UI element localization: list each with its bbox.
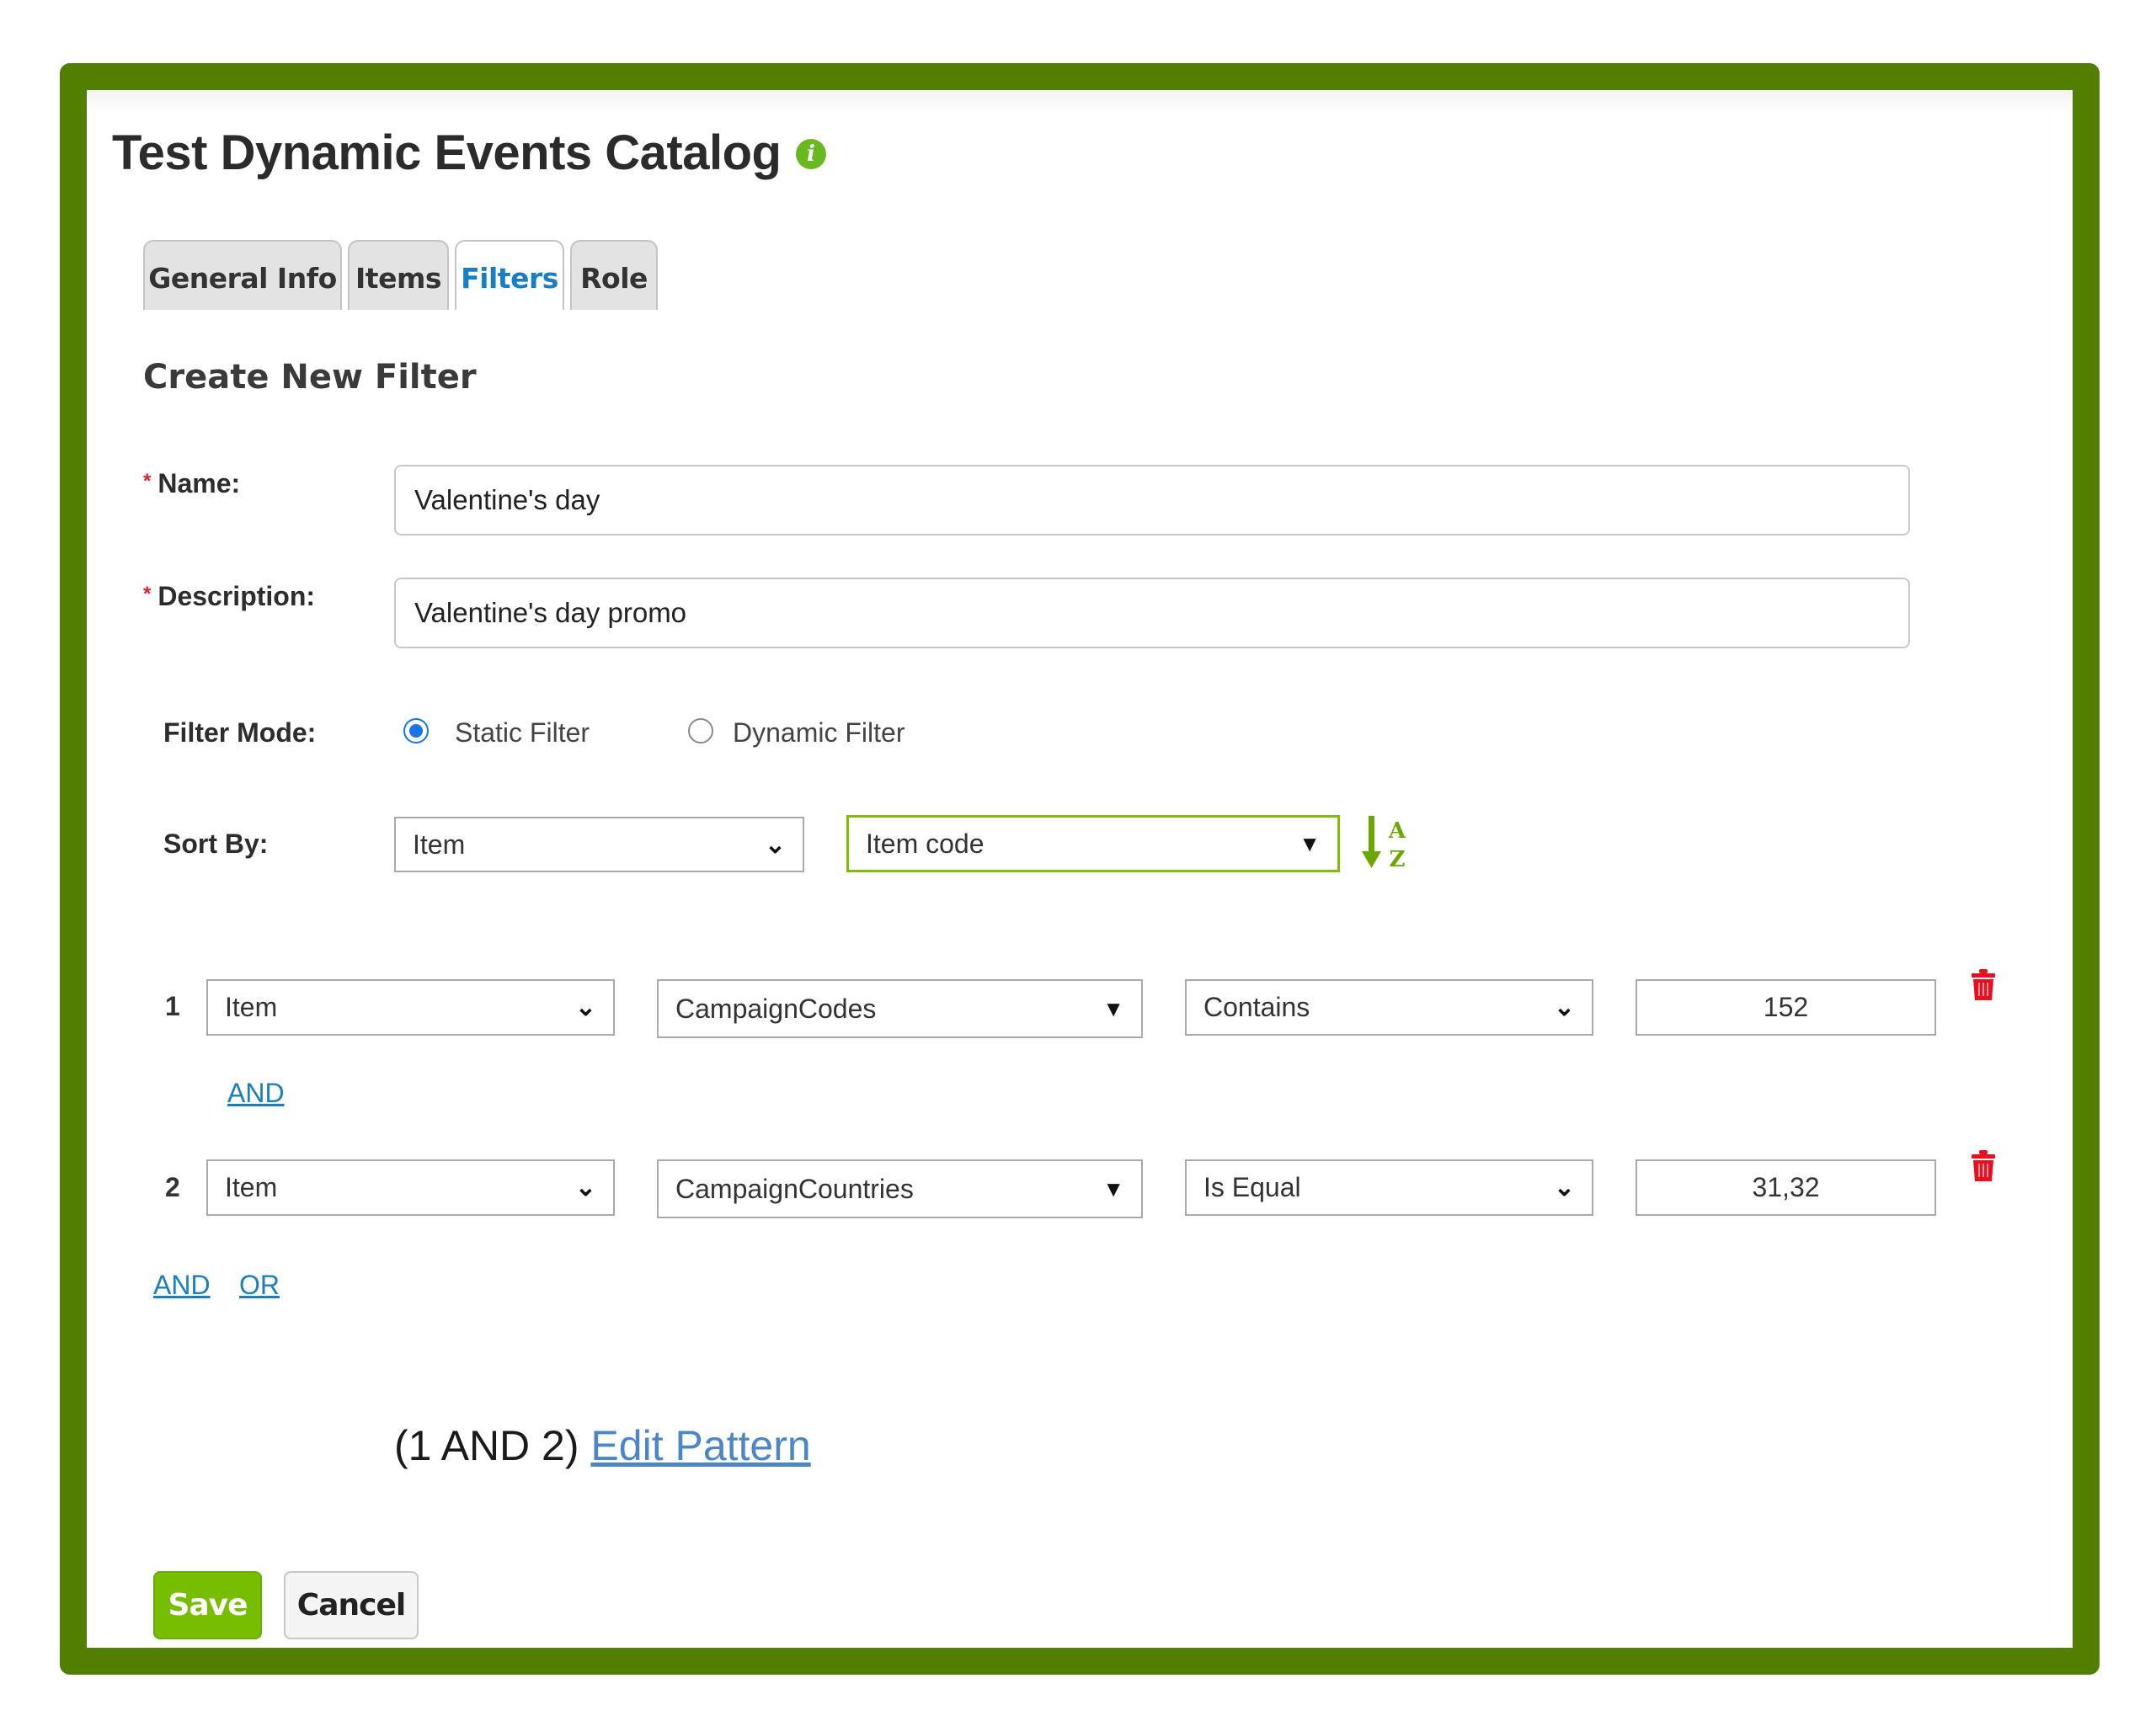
frame-top-shade <box>87 90 2073 114</box>
pattern: (1 AND 2) Edit Pattern <box>394 1421 811 1470</box>
condition-number: 2 <box>165 1172 180 1202</box>
connector-and-link[interactable]: AND <box>227 1078 285 1109</box>
dropdown-triangle-icon: ▼ <box>1102 1175 1124 1202</box>
chevron-down-icon: ⌄ <box>574 994 596 1021</box>
section-title: Create New Filter <box>143 358 477 397</box>
tab-filters[interactable]: Filters <box>455 240 564 310</box>
chevron-down-icon: ⌄ <box>1553 1174 1575 1202</box>
description-label-text: Description: <box>157 581 316 611</box>
condition-entity-value: Item <box>225 1172 278 1202</box>
cancel-button[interactable]: Cancel <box>284 1571 419 1639</box>
sort-field-value: Item code <box>866 828 985 859</box>
name-input-value: Valentine's day <box>414 484 600 515</box>
condition-value: 152 <box>1763 992 1809 1022</box>
tab-general-info[interactable]: General Info <box>143 240 342 310</box>
condition-value-input[interactable]: 31,32 <box>1636 1159 1936 1216</box>
sort-by-label: Sort By: <box>163 829 269 859</box>
save-button[interactable]: Save <box>153 1571 262 1639</box>
condition-field-value: CampaignCountries <box>675 1173 914 1204</box>
condition-field-value: CampaignCodes <box>675 993 877 1024</box>
condition-operator-select[interactable]: Is Equal ⌄ <box>1185 1159 1593 1216</box>
edit-pattern-link[interactable]: Edit Pattern <box>590 1422 810 1469</box>
tab-items[interactable]: Items <box>348 240 449 310</box>
tab-role[interactable]: Role <box>570 240 658 310</box>
condition-entity-value: Item <box>225 992 278 1022</box>
condition-value-input[interactable]: 152 <box>1636 979 1936 1036</box>
condition-field-select[interactable]: CampaignCodes ▼ <box>657 979 1143 1038</box>
sort-alpha-asc-icon[interactable]: A Z <box>1360 813 1411 873</box>
chevron-down-icon: ⌄ <box>764 830 786 859</box>
required-mark: * <box>143 470 152 493</box>
condition-number: 1 <box>165 991 180 1021</box>
chevron-down-icon: ⌄ <box>1553 994 1575 1021</box>
condition-value: 31,32 <box>1752 1172 1820 1202</box>
static-filter-radio[interactable] <box>403 718 429 743</box>
condition-operator-value: Contains <box>1203 992 1310 1022</box>
chevron-down-icon: ⌄ <box>574 1174 596 1202</box>
add-or-link[interactable]: OR <box>239 1270 280 1301</box>
condition-entity-select[interactable]: Item ⌄ <box>206 1159 615 1216</box>
trash-icon[interactable] <box>1971 968 1996 1002</box>
pattern-expression: (1 AND 2) <box>394 1422 579 1469</box>
condition-field-select[interactable]: CampaignCountries ▼ <box>657 1159 1143 1218</box>
name-label: * Name: <box>143 468 240 499</box>
info-icon[interactable]: i <box>796 139 826 169</box>
dropdown-triangle-icon: ▼ <box>1299 830 1321 856</box>
sort-field-select[interactable]: Item code ▼ <box>846 815 1340 872</box>
required-mark: * <box>143 583 152 605</box>
sort-entity-select[interactable]: Item ⌄ <box>394 817 804 872</box>
dynamic-filter-label[interactable]: Dynamic Filter <box>733 717 905 749</box>
description-label: * Description: <box>143 581 315 612</box>
svg-text:A: A <box>1388 818 1406 844</box>
condition-operator-select[interactable]: Contains ⌄ <box>1185 979 1593 1036</box>
page-title: Test Dynamic Events Catalog <box>112 125 782 180</box>
add-and-link[interactable]: AND <box>153 1270 211 1301</box>
static-filter-label[interactable]: Static Filter <box>455 717 590 749</box>
name-label-text: Name: <box>157 468 241 498</box>
condition-entity-select[interactable]: Item ⌄ <box>206 979 615 1036</box>
filter-mode-label: Filter Mode: <box>163 717 317 748</box>
trash-icon[interactable] <box>1971 1149 1996 1183</box>
dropdown-triangle-icon: ▼ <box>1102 995 1124 1021</box>
dynamic-filter-radio[interactable] <box>688 718 713 743</box>
name-input[interactable]: Valentine's day <box>394 465 1910 535</box>
svg-text:Z: Z <box>1390 847 1406 872</box>
description-input[interactable]: Valentine's day promo <box>394 578 1910 648</box>
description-input-value: Valentine's day promo <box>414 597 687 628</box>
condition-operator-value: Is Equal <box>1203 1172 1301 1202</box>
sort-entity-value: Item <box>413 829 466 860</box>
